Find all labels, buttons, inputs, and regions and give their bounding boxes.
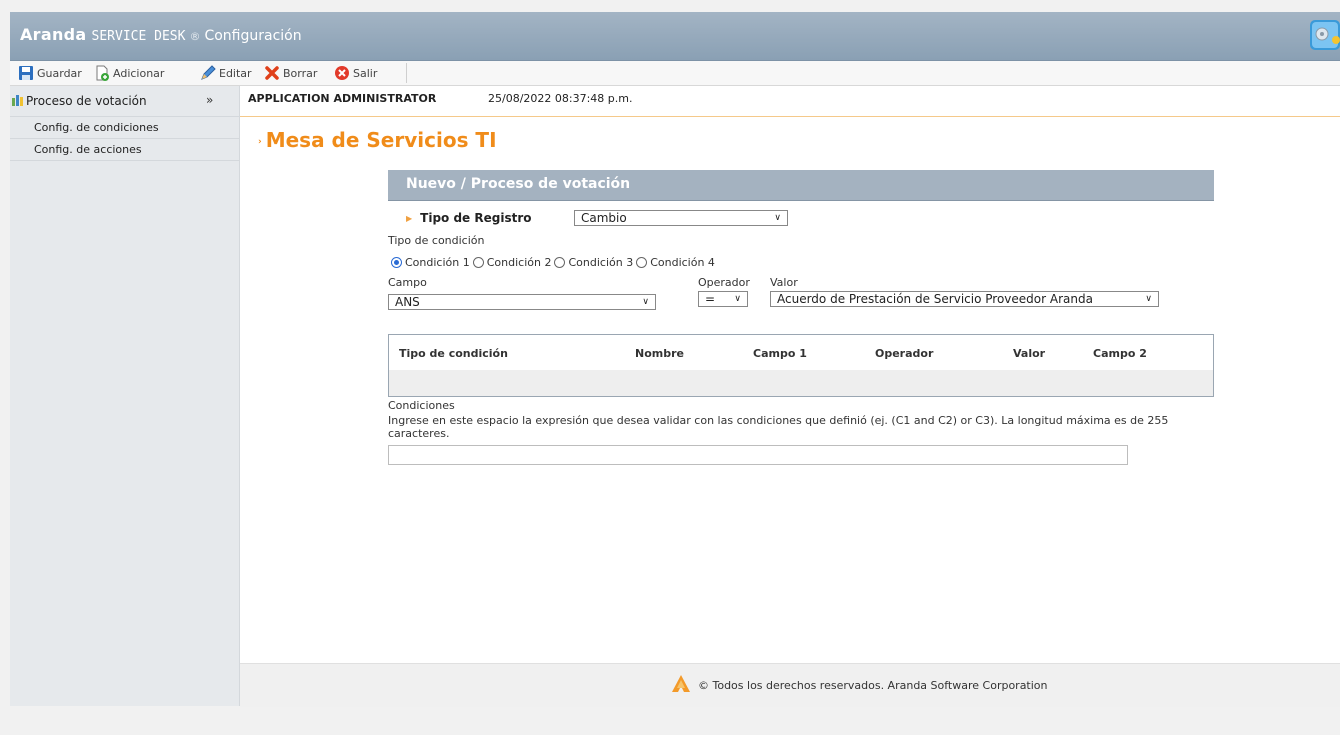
app-window: Aranda SERVICE DESK ® Configuración Guardar…	[10, 12, 1340, 707]
sidebar-item-actions[interactable]: Config. de acciones	[10, 139, 239, 161]
sidebar-header[interactable]: Proceso de votación »	[10, 86, 239, 117]
record-type-label: ▶ Tipo de Registro	[406, 211, 532, 225]
title-arrow-icon: ›	[258, 136, 262, 147]
sidebar-item-conditions[interactable]: Config. de condiciones	[10, 117, 239, 139]
radio-condition-3-label: Condición 3	[568, 256, 634, 269]
delete-x-icon	[264, 65, 280, 81]
col-field-2: Campo 2	[1093, 347, 1147, 360]
value-select[interactable]: Acuerdo de Prestación de Servicio Provee…	[770, 291, 1159, 307]
delete-button[interactable]: Borrar	[264, 65, 317, 81]
sidebar-header-label: Proceso de votación	[26, 94, 147, 108]
condition-radio-group: Condición 1 Condición 2 Condición 3 Cond…	[388, 256, 715, 269]
record-type-label-text: Tipo de Registro	[420, 211, 532, 225]
radio-condition-4-label: Condición 4	[650, 256, 715, 269]
exit-icon	[334, 65, 350, 81]
add-label: Adicionar	[113, 66, 165, 80]
col-operator: Operador	[875, 347, 934, 360]
sidebar: Proceso de votación » Config. de condici…	[10, 86, 240, 706]
user-name: APPLICATION ADMINISTRATOR	[248, 92, 437, 105]
copyright-text: © Todos los derechos reservados. Aranda …	[698, 679, 1048, 692]
radio-condition-3[interactable]	[554, 257, 566, 268]
operator-label: Operador	[698, 276, 750, 289]
operator-select[interactable]: = ∨	[698, 291, 748, 307]
form-header: Nuevo / Proceso de votación	[388, 170, 1214, 201]
conditions-expression-input[interactable]	[388, 445, 1128, 465]
save-icon	[18, 65, 34, 81]
sidebar-item-label: Config. de condiciones	[34, 121, 159, 134]
record-type-value: Cambio	[581, 211, 627, 225]
user-bar: APPLICATION ADMINISTRATOR 25/08/2022 08:…	[240, 86, 1340, 117]
exit-label: Salir	[353, 66, 378, 80]
toolbar: Guardar Adicionar Editar Borrar Salir	[10, 61, 1340, 86]
module-name: Configuración	[204, 28, 302, 44]
operator-value: =	[705, 292, 716, 306]
radio-condition-2[interactable]	[472, 257, 484, 268]
edit-button[interactable]: Editar	[200, 65, 252, 81]
brand-name: Aranda	[20, 25, 87, 44]
field-select[interactable]: ANS ∨	[388, 294, 656, 310]
required-arrow-icon: ▶	[406, 214, 413, 223]
radio-condition-1-label: Condición 1	[405, 256, 470, 269]
field-label: Campo	[388, 276, 427, 289]
delete-label: Borrar	[283, 66, 318, 80]
add-button[interactable]: Adicionar	[94, 65, 164, 81]
value-label: Valor	[770, 276, 798, 289]
radio-condition-2-label: Condición 2	[486, 256, 552, 269]
conditions-table: Tipo de condición Nombre Campo 1 Operado…	[388, 334, 1214, 397]
title-bar: Aranda SERVICE DESK ® Configuración	[10, 12, 1340, 61]
voting-process-icon	[12, 94, 24, 106]
page-title-text: Mesa de Servicios TI	[265, 128, 497, 152]
add-document-icon	[94, 65, 110, 81]
registered-mark: ®	[189, 30, 201, 43]
app-brand: Aranda SERVICE DESK ® Configuración	[20, 25, 302, 44]
chevron-down-icon: ∨	[1145, 294, 1152, 304]
app-settings-icon[interactable]	[1308, 16, 1340, 54]
table-body-empty	[389, 370, 1213, 396]
toolbar-divider	[406, 63, 407, 83]
radio-condition-1[interactable]	[391, 257, 402, 268]
col-condition-type: Tipo de condición	[399, 347, 508, 360]
sidebar-item-label: Config. de acciones	[34, 143, 142, 156]
table-header: Tipo de condición Nombre Campo 1 Operado…	[389, 335, 1213, 371]
page-title: › Mesa de Servicios TI	[258, 128, 497, 152]
exit-button[interactable]: Salir	[334, 65, 377, 81]
chevron-down-icon: ∨	[642, 297, 649, 307]
radio-condition-4[interactable]	[636, 257, 648, 268]
save-button[interactable]: Guardar	[18, 65, 82, 81]
edit-label: Editar	[219, 66, 252, 80]
chevron-down-icon: ∨	[774, 213, 781, 223]
double-chevron-down-icon[interactable]: »	[206, 94, 213, 106]
footer: © Todos los derechos reservados. Aranda …	[240, 663, 1340, 707]
field-value: ANS	[395, 295, 420, 309]
save-label: Guardar	[37, 66, 82, 80]
col-field-1: Campo 1	[753, 347, 807, 360]
form-title: Nuevo / Proceso de votación	[406, 176, 631, 192]
product-name: SERVICE DESK	[91, 29, 186, 44]
login-datetime: 25/08/2022 08:37:48 p.m.	[488, 92, 633, 105]
aranda-logo-icon	[670, 673, 692, 695]
col-value: Valor	[1013, 347, 1046, 360]
record-type-select[interactable]: Cambio ∨	[574, 210, 788, 226]
pencil-icon	[200, 65, 216, 81]
condition-type-label: Tipo de condición	[388, 234, 485, 247]
value-select-value: Acuerdo de Prestación de Servicio Provee…	[777, 292, 1093, 306]
conditions-help-text: Ingrese en este espacio la expresión que…	[388, 414, 1169, 440]
chevron-down-icon: ∨	[734, 294, 741, 304]
conditions-title: Condiciones	[388, 399, 455, 412]
col-name: Nombre	[635, 347, 684, 360]
main-content: APPLICATION ADMINISTRATOR 25/08/2022 08:…	[240, 86, 1340, 663]
